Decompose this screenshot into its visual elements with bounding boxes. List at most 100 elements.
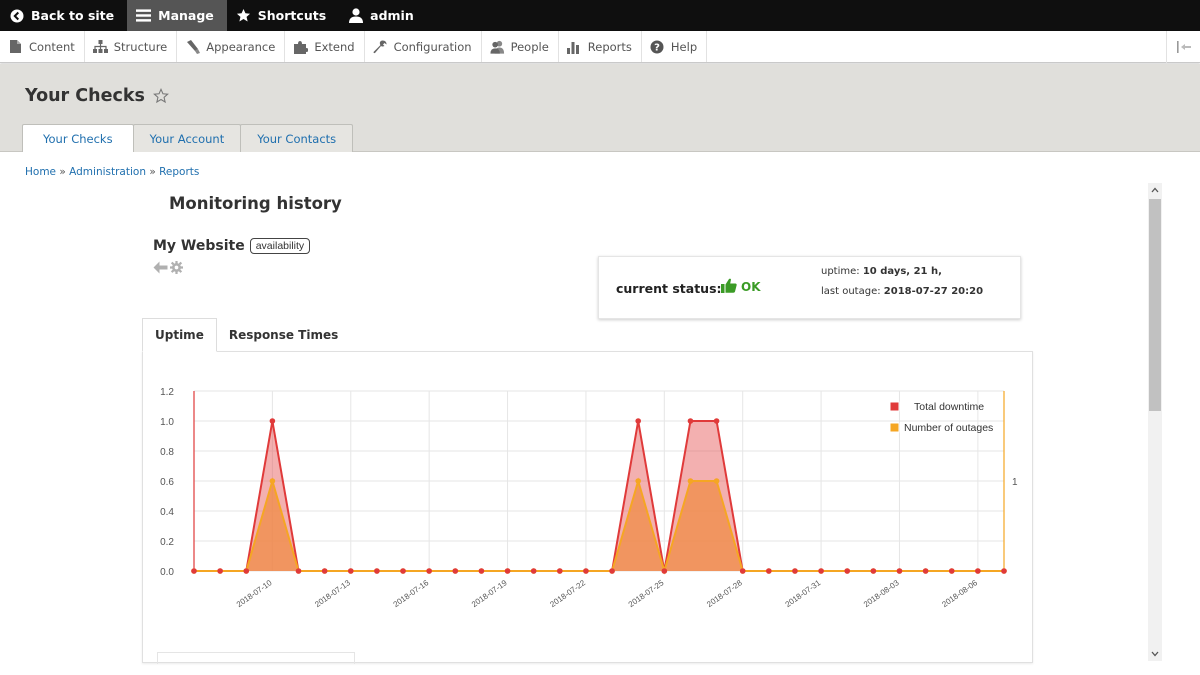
- tray-item-people[interactable]: People: [482, 31, 559, 62]
- breadcrumb-home[interactable]: Home: [25, 166, 56, 178]
- chart-panel: 0.0 0.2 0.4 0.6 0.8 1.0 1.2 2018-07-10 2018-07-1…: [142, 351, 1033, 663]
- sub-panel: [157, 652, 355, 664]
- collapse-icon: [1176, 38, 1191, 57]
- tray-item-configuration[interactable]: Configuration: [365, 31, 482, 62]
- tab-uptime[interactable]: Uptime: [142, 318, 217, 352]
- shortcuts-button[interactable]: Shortcuts: [227, 0, 339, 31]
- user-button[interactable]: admin: [339, 0, 427, 31]
- primary-tabs: Your Checks Your Account Your Contacts: [22, 124, 354, 153]
- breadcrumb-separator: »: [149, 166, 156, 178]
- data-point: [583, 568, 589, 574]
- scroll-down-arrow-icon[interactable]: [1148, 647, 1162, 661]
- data-point: [975, 568, 981, 574]
- back-to-site-link[interactable]: Back to site: [0, 0, 127, 31]
- data-point: [269, 478, 276, 484]
- monitoring-history-title: Monitoring history: [169, 194, 342, 213]
- uptime-value: 10 days, 21 h,: [862, 266, 942, 277]
- wrench-icon: [373, 39, 388, 54]
- y-tick-label: 0.6: [160, 477, 174, 488]
- y-tick-label: 1.0: [160, 417, 174, 428]
- x-tick-label: 2018-07-16: [392, 578, 431, 609]
- data-point: [792, 568, 798, 574]
- website-name: My Website: [153, 238, 245, 254]
- admin-toolbar: Back to site Manage Shortcuts admin: [0, 0, 1200, 31]
- data-point: [478, 568, 485, 574]
- data-point: [295, 568, 302, 574]
- x-tick-label: 2018-07-28: [705, 578, 744, 609]
- legend-label: Total downtime: [914, 401, 984, 413]
- data-point: [818, 568, 824, 574]
- admin-tray: Content Structure Appearance Extend Conf…: [0, 31, 1200, 63]
- svg-text:?: ?: [655, 42, 661, 53]
- legend-label: Number of outages: [904, 422, 993, 434]
- data-point: [635, 478, 641, 484]
- gear-icon[interactable]: [170, 259, 183, 278]
- scroll-up-arrow-icon[interactable]: [1148, 183, 1162, 197]
- tray-label-structure: Structure: [113, 39, 168, 54]
- series-line: [194, 420, 1004, 572]
- tray-item-structure[interactable]: Structure: [85, 31, 178, 62]
- data-point: [374, 568, 380, 574]
- hamburger-icon: [136, 8, 152, 23]
- tray-item-reports[interactable]: Reports: [559, 31, 642, 62]
- data-point: [948, 568, 955, 574]
- series-area: [194, 421, 1004, 571]
- tray-item-appearance[interactable]: Appearance: [177, 31, 286, 62]
- data-point: [687, 418, 694, 424]
- data-point: [530, 568, 537, 574]
- data-point: [191, 568, 197, 574]
- tab-response-times[interactable]: Response Times: [217, 318, 350, 352]
- x-tick-label: 2018-07-10: [235, 578, 274, 609]
- tab-your-account[interactable]: Your Account: [132, 124, 242, 152]
- status-ok: OK: [721, 278, 761, 296]
- scroll-thumb[interactable]: [1149, 199, 1161, 411]
- last-outage-line: last outage: 2018-07-27 20:20: [821, 286, 983, 297]
- tab-your-contacts[interactable]: Your Contacts: [240, 124, 354, 152]
- content-scrollbar[interactable]: [1148, 183, 1162, 661]
- breadcrumb-reports[interactable]: Reports: [159, 166, 199, 178]
- star-outline-icon[interactable]: [152, 88, 169, 104]
- last-outage-value: 2018-07-27 20:20: [883, 286, 984, 297]
- data-point: [922, 568, 929, 574]
- tray-item-help[interactable]: ? Help: [642, 31, 708, 62]
- help-icon: ?: [650, 39, 665, 54]
- thumbs-up-icon: [721, 278, 737, 296]
- tray-item-content[interactable]: Content: [0, 31, 85, 62]
- uptime-line: uptime: 10 days, 21 h,: [821, 266, 942, 277]
- x-tick-label: 2018-07-31: [784, 578, 823, 609]
- data-point: [243, 568, 250, 574]
- back-to-site-label: Back to site: [31, 8, 115, 23]
- tray-label-help: Help: [670, 39, 698, 54]
- uptime-label: uptime:: [821, 266, 860, 277]
- file-icon: [8, 39, 23, 54]
- data-point: [609, 568, 615, 574]
- data-point: [269, 418, 276, 424]
- tray-item-extend[interactable]: Extend: [285, 31, 365, 62]
- tab-your-checks[interactable]: Your Checks: [22, 124, 134, 153]
- legend-swatch: [889, 401, 900, 412]
- tray-label-people: People: [510, 39, 549, 54]
- data-point: [687, 478, 694, 484]
- user-icon: [348, 8, 363, 23]
- status-box: current status: OK uptime: 10 days, 21 h…: [598, 256, 1021, 319]
- page-title: Your Checks: [25, 86, 169, 106]
- tray-label-reports: Reports: [587, 39, 632, 54]
- data-point: [739, 568, 746, 574]
- chart-tabs: Uptime Response Times: [142, 318, 350, 352]
- data-point: [1001, 568, 1007, 574]
- website-actions: [153, 259, 183, 278]
- data-point: [217, 568, 223, 574]
- puzzle-icon: [293, 39, 308, 54]
- website-heading: My Website availability: [153, 238, 311, 254]
- page-title-text: Your Checks: [25, 86, 145, 106]
- data-point: [635, 418, 641, 424]
- manage-button[interactable]: Manage: [127, 0, 227, 31]
- data-point: [321, 568, 328, 574]
- data-point: [347, 568, 354, 574]
- data-point: [713, 478, 720, 484]
- back-arrow-icon[interactable]: [153, 259, 168, 278]
- breadcrumb-administration[interactable]: Administration: [69, 166, 146, 178]
- tray-orientation-toggle[interactable]: [1166, 31, 1200, 63]
- tray-label-appearance: Appearance: [206, 39, 276, 54]
- breadcrumb: Home » Administration » Reports: [25, 166, 199, 178]
